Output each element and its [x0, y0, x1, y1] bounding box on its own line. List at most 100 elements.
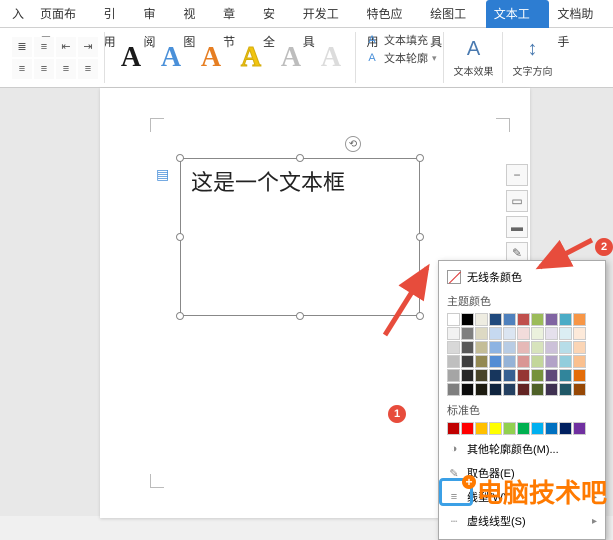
resize-handle-bl[interactable]	[176, 312, 184, 320]
color-swatch[interactable]	[461, 313, 474, 326]
tab-security[interactable]: 安全	[255, 0, 295, 28]
color-swatch[interactable]	[503, 383, 516, 396]
color-swatch[interactable]	[545, 383, 558, 396]
color-swatch[interactable]	[447, 341, 460, 354]
color-swatch[interactable]	[461, 355, 474, 368]
rotate-handle[interactable]: ⟲	[345, 136, 361, 152]
wordart-style-5[interactable]: A	[273, 40, 309, 76]
color-swatch[interactable]	[475, 313, 488, 326]
color-swatch[interactable]	[573, 369, 586, 382]
color-swatch[interactable]	[475, 355, 488, 368]
wordart-style-1[interactable]: A	[113, 40, 149, 76]
color-swatch[interactable]	[475, 383, 488, 396]
color-swatch[interactable]	[503, 355, 516, 368]
color-swatch[interactable]	[447, 327, 460, 340]
tab-chapter[interactable]: 章节	[215, 0, 255, 28]
color-swatch[interactable]	[559, 341, 572, 354]
color-swatch[interactable]	[517, 341, 530, 354]
tab-special[interactable]: 特色应用	[358, 0, 422, 28]
layout-options-button[interactable]: ▭	[506, 190, 528, 212]
fill-tool-button[interactable]: ▬	[506, 216, 528, 238]
align-right-button[interactable]: ≡	[56, 59, 76, 79]
resize-handle-t[interactable]	[296, 154, 304, 162]
color-swatch[interactable]	[573, 383, 586, 396]
tab-review[interactable]: 审阅	[135, 0, 175, 28]
color-swatch[interactable]	[545, 327, 558, 340]
color-swatch[interactable]	[475, 341, 488, 354]
text-outline-button[interactable]: A文本轮廓▾	[364, 50, 437, 66]
color-swatch[interactable]	[489, 422, 502, 435]
numbering-button[interactable]: ≡	[34, 37, 54, 57]
color-swatch[interactable]	[559, 422, 572, 435]
resize-handle-b[interactable]	[296, 312, 304, 320]
color-swatch[interactable]	[475, 327, 488, 340]
align-center-button[interactable]: ≡	[34, 59, 54, 79]
align-justify-button[interactable]: ≡	[78, 59, 98, 79]
color-swatch[interactable]	[559, 383, 572, 396]
color-swatch[interactable]	[461, 422, 474, 435]
wordart-style-3[interactable]: A	[193, 40, 229, 76]
color-swatch[interactable]	[545, 422, 558, 435]
color-swatch[interactable]	[517, 369, 530, 382]
color-swatch[interactable]	[517, 327, 530, 340]
color-swatch[interactable]	[573, 313, 586, 326]
color-swatch[interactable]	[531, 422, 544, 435]
color-swatch[interactable]	[559, 313, 572, 326]
bullets-button[interactable]: ≣	[12, 37, 32, 57]
tab-layout[interactable]: 页面布局	[32, 0, 96, 28]
color-swatch[interactable]	[573, 355, 586, 368]
color-swatch[interactable]	[503, 369, 516, 382]
color-swatch[interactable]	[531, 313, 544, 326]
color-swatch[interactable]	[517, 355, 530, 368]
color-swatch[interactable]	[447, 369, 460, 382]
text-effect-button[interactable]: A 文本效果	[452, 34, 496, 82]
color-swatch[interactable]	[475, 369, 488, 382]
color-swatch[interactable]	[503, 313, 516, 326]
color-swatch[interactable]	[475, 422, 488, 435]
color-swatch[interactable]	[489, 355, 502, 368]
tab-dev[interactable]: 开发工具	[295, 0, 359, 28]
color-swatch[interactable]	[531, 355, 544, 368]
wordart-style-4[interactable]: A	[233, 40, 269, 76]
indent-button[interactable]: ⇥	[78, 37, 98, 57]
color-swatch[interactable]	[489, 383, 502, 396]
color-swatch[interactable]	[545, 369, 558, 382]
color-swatch[interactable]	[489, 327, 502, 340]
text-fill-button[interactable]: A文本填充▾	[364, 32, 437, 48]
color-swatch[interactable]	[489, 313, 502, 326]
color-swatch[interactable]	[503, 341, 516, 354]
color-swatch[interactable]	[531, 369, 544, 382]
color-swatch[interactable]	[517, 383, 530, 396]
color-swatch[interactable]	[503, 422, 516, 435]
color-swatch[interactable]	[573, 341, 586, 354]
color-swatch[interactable]	[489, 341, 502, 354]
color-swatch[interactable]	[559, 369, 572, 382]
color-swatch[interactable]	[517, 422, 530, 435]
color-swatch[interactable]	[461, 369, 474, 382]
color-swatch[interactable]	[559, 355, 572, 368]
color-swatch[interactable]	[461, 383, 474, 396]
tab-reference[interactable]: 引用	[96, 0, 136, 28]
color-swatch[interactable]	[447, 355, 460, 368]
wordart-style-6[interactable]: A	[313, 40, 349, 76]
collapse-button[interactable]: −	[506, 164, 528, 186]
color-swatch[interactable]	[447, 383, 460, 396]
color-swatch[interactable]	[545, 341, 558, 354]
align-left-button[interactable]: ≡	[12, 59, 32, 79]
dash-style-option[interactable]: ┄ 虚线线型(S) ▸	[445, 509, 599, 533]
tab-texttool[interactable]: 文本工具	[486, 0, 550, 28]
wordart-style-2[interactable]: A	[153, 40, 189, 76]
outdent-button[interactable]: ⇤	[56, 37, 76, 57]
color-swatch[interactable]	[447, 313, 460, 326]
color-swatch[interactable]	[503, 327, 516, 340]
tab-view[interactable]: 视图	[175, 0, 215, 28]
tab-insert[interactable]: 入	[4, 0, 32, 28]
color-swatch[interactable]	[545, 355, 558, 368]
resize-handle-l[interactable]	[176, 233, 184, 241]
color-swatch[interactable]	[447, 422, 460, 435]
textbox-content[interactable]: 这是一个文本框	[181, 159, 419, 203]
text-direction-button[interactable]: ↕ 文字方向	[511, 34, 555, 82]
resize-handle-tr[interactable]	[416, 154, 424, 162]
color-swatch[interactable]	[517, 313, 530, 326]
color-swatch[interactable]	[461, 327, 474, 340]
